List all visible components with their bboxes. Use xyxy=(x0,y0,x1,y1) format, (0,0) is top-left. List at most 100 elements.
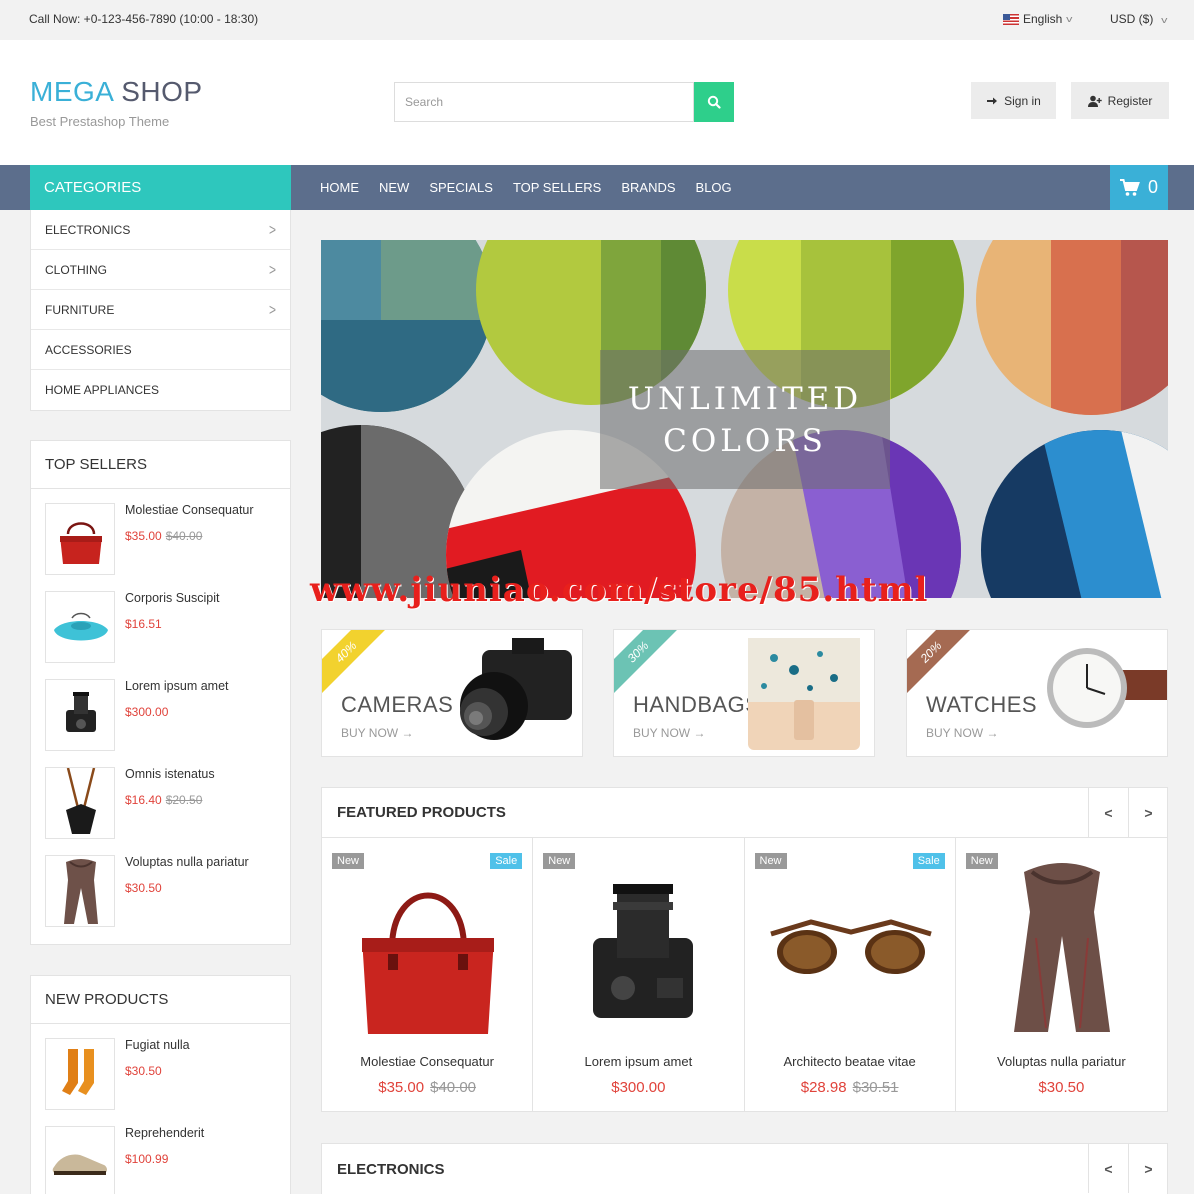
sign-in-icon xyxy=(987,97,998,104)
category-item-furniture[interactable]: FURNITURE > xyxy=(31,290,290,330)
search-input[interactable] xyxy=(394,82,694,122)
price: $28.98 xyxy=(800,1079,847,1096)
list-item[interactable]: Lorem ipsum amet $300.00 xyxy=(31,665,290,753)
nav-top-sellers[interactable]: TOP SELLERS xyxy=(513,180,601,195)
prev-button[interactable]: < xyxy=(1088,1144,1128,1193)
logo-part-2: SHOP xyxy=(121,76,203,107)
buy-now-link[interactable]: BUY NOW → xyxy=(633,726,705,740)
list-item[interactable]: Omnis istenatus $16.40 $20.50 xyxy=(31,753,290,841)
logo[interactable]: MEGA SHOP xyxy=(30,76,203,108)
banner-line-2: COLORS xyxy=(663,422,827,459)
product-name[interactable]: Omnis istenatus xyxy=(125,767,215,781)
electronics-header: ELECTRONICS < > xyxy=(322,1144,1167,1194)
product-price: $16.40 $20.50 xyxy=(125,793,202,807)
product-price: $28.98 $30.51 xyxy=(745,1079,955,1096)
category-item-home-appliances[interactable]: HOME APPLIANCES xyxy=(31,370,290,410)
chevron-right-icon: > xyxy=(1144,1160,1153,1177)
list-item[interactable]: Corporis Suscipit $16.51 xyxy=(31,577,290,665)
chevron-right-icon: > xyxy=(268,300,276,319)
buy-now-link[interactable]: BUY NOW → xyxy=(926,726,998,740)
product-card[interactable]: New Voluptas nulla pariatur $30.50 xyxy=(956,838,1167,1112)
shoe-icon[interactable] xyxy=(45,1126,115,1194)
nav-menu: HOME NEW SPECIALS TOP SELLERS BRANDS BLO… xyxy=(320,165,732,210)
list-item[interactable]: Voluptas nulla pariatur $30.50 xyxy=(31,841,290,929)
watermark: www.jiuniao.com/store/85.html xyxy=(310,570,929,610)
necklace-icon[interactable] xyxy=(45,767,115,839)
currency-label: USD ($) xyxy=(1110,12,1154,26)
sign-in-button[interactable]: Sign in xyxy=(971,82,1056,119)
currency-selector[interactable]: USD ($) v xyxy=(1110,12,1168,26)
buy-now-label: BUY NOW xyxy=(926,726,984,740)
featured-products-header: FEATURED PRODUCTS < > xyxy=(322,788,1167,838)
product-card[interactable]: New Lorem ipsum amet $300.00 xyxy=(533,838,745,1112)
prev-button[interactable]: < xyxy=(1088,788,1128,837)
search-button[interactable] xyxy=(694,82,734,122)
chevron-right-icon: > xyxy=(268,220,276,239)
product-price: $300.00 xyxy=(533,1079,743,1096)
list-item[interactable]: Reprehenderit $100.99 xyxy=(31,1112,290,1194)
price: $35.00 xyxy=(125,529,162,543)
price: $30.50 xyxy=(125,1064,162,1078)
chevron-down-icon: v xyxy=(1160,15,1168,25)
product-name[interactable]: Voluptas nulla pariatur xyxy=(125,855,249,869)
nav-blog[interactable]: BLOG xyxy=(696,180,732,195)
product-name[interactable]: Lorem ipsum amet xyxy=(533,1054,743,1069)
product-name[interactable]: Molestiae Consequatur xyxy=(322,1054,532,1069)
nav-home[interactable]: HOME xyxy=(320,180,359,195)
next-button[interactable]: > xyxy=(1128,1144,1168,1193)
buy-now-link[interactable]: BUY NOW → xyxy=(341,726,413,740)
list-item[interactable]: Molestiae Consequatur $35.00 $40.00 xyxy=(31,489,290,577)
chevron-left-icon: < xyxy=(1104,804,1113,821)
category-label: ELECTRONICS xyxy=(45,222,131,237)
discount-badge: 20% xyxy=(907,630,975,696)
banner-line-1: UNLIMITED xyxy=(627,380,863,417)
promo-handbags[interactable]: 30% HANDBAGS BUY NOW → xyxy=(613,629,875,757)
camera-icon[interactable] xyxy=(45,679,115,751)
product-price: $100.99 xyxy=(125,1152,168,1166)
next-button[interactable]: > xyxy=(1128,788,1168,837)
categories-header[interactable]: CATEGORIES xyxy=(30,165,291,210)
language-selector[interactable]: English v xyxy=(1003,12,1073,26)
list-item[interactable]: Fugiat nulla $30.50 xyxy=(31,1024,290,1112)
nav-brands[interactable]: BRANDS xyxy=(621,180,675,195)
handbag-icon[interactable] xyxy=(45,503,115,575)
camera-image xyxy=(593,884,694,1018)
product-card[interactable]: New Sale Molestiae Consequatur $35.00 $40… xyxy=(322,838,534,1112)
product-name[interactable]: Lorem ipsum amet xyxy=(125,679,229,693)
promo-cameras[interactable]: 40% CAMERAS BUY NOW → xyxy=(321,629,583,757)
clutch-icon[interactable] xyxy=(45,591,115,663)
product-price: $30.50 xyxy=(125,881,162,895)
socks-icon[interactable] xyxy=(45,1038,115,1110)
category-item-accessories[interactable]: ACCESSORIES xyxy=(31,330,290,370)
price: $30.50 xyxy=(125,881,162,895)
product-name[interactable]: Reprehenderit xyxy=(125,1126,204,1140)
category-list: ELECTRONICS > CLOTHING > FURNITURE > ACCESS… xyxy=(30,210,291,411)
cart-count: 0 xyxy=(1147,177,1158,197)
category-item-clothing[interactable]: CLOTHING > xyxy=(31,250,290,290)
tagline: Best Prestashop Theme xyxy=(30,114,170,129)
scarf-icon[interactable] xyxy=(45,855,115,927)
hero-banner[interactable]: UNLIMITED COLORS xyxy=(321,240,1168,598)
product-price: $35.00 $40.00 xyxy=(322,1079,532,1096)
product-name[interactable]: Architecto beatae vitae xyxy=(745,1054,955,1069)
register-button[interactable]: Register xyxy=(1071,82,1169,119)
product-name[interactable]: Voluptas nulla pariatur xyxy=(956,1054,1167,1069)
nav-specials[interactable]: SPECIALS xyxy=(429,180,493,195)
cart-button[interactable]: 0 xyxy=(1110,165,1168,210)
featured-products-title: FEATURED PRODUCTS xyxy=(337,804,506,821)
product-name[interactable]: Molestiae Consequatur xyxy=(125,503,254,517)
category-item-electronics[interactable]: ELECTRONICS > xyxy=(31,210,290,250)
price: $16.40 xyxy=(125,793,162,807)
chevron-right-icon: > xyxy=(1144,804,1153,821)
product-name[interactable]: Fugiat nulla xyxy=(125,1038,190,1052)
nav-new[interactable]: NEW xyxy=(379,180,409,195)
discount-badge: 40% xyxy=(322,630,390,696)
site-header: MEGA SHOP Best Prestashop Theme Sign in … xyxy=(0,40,1194,165)
product-card[interactable]: New Sale Architecto beatae vitae $28.98 $… xyxy=(745,838,956,1112)
old-price: $40.00 xyxy=(165,529,203,543)
promo-watches[interactable]: 20% WATCHES BUY NOW → xyxy=(906,629,1168,757)
watch-icon xyxy=(1047,648,1167,728)
product-name[interactable]: Corporis Suscipit xyxy=(125,591,219,605)
logo-part-1: MEGA xyxy=(30,76,113,107)
featured-products-panel: FEATURED PRODUCTS < > New Sale Molestiae… xyxy=(321,787,1168,1112)
